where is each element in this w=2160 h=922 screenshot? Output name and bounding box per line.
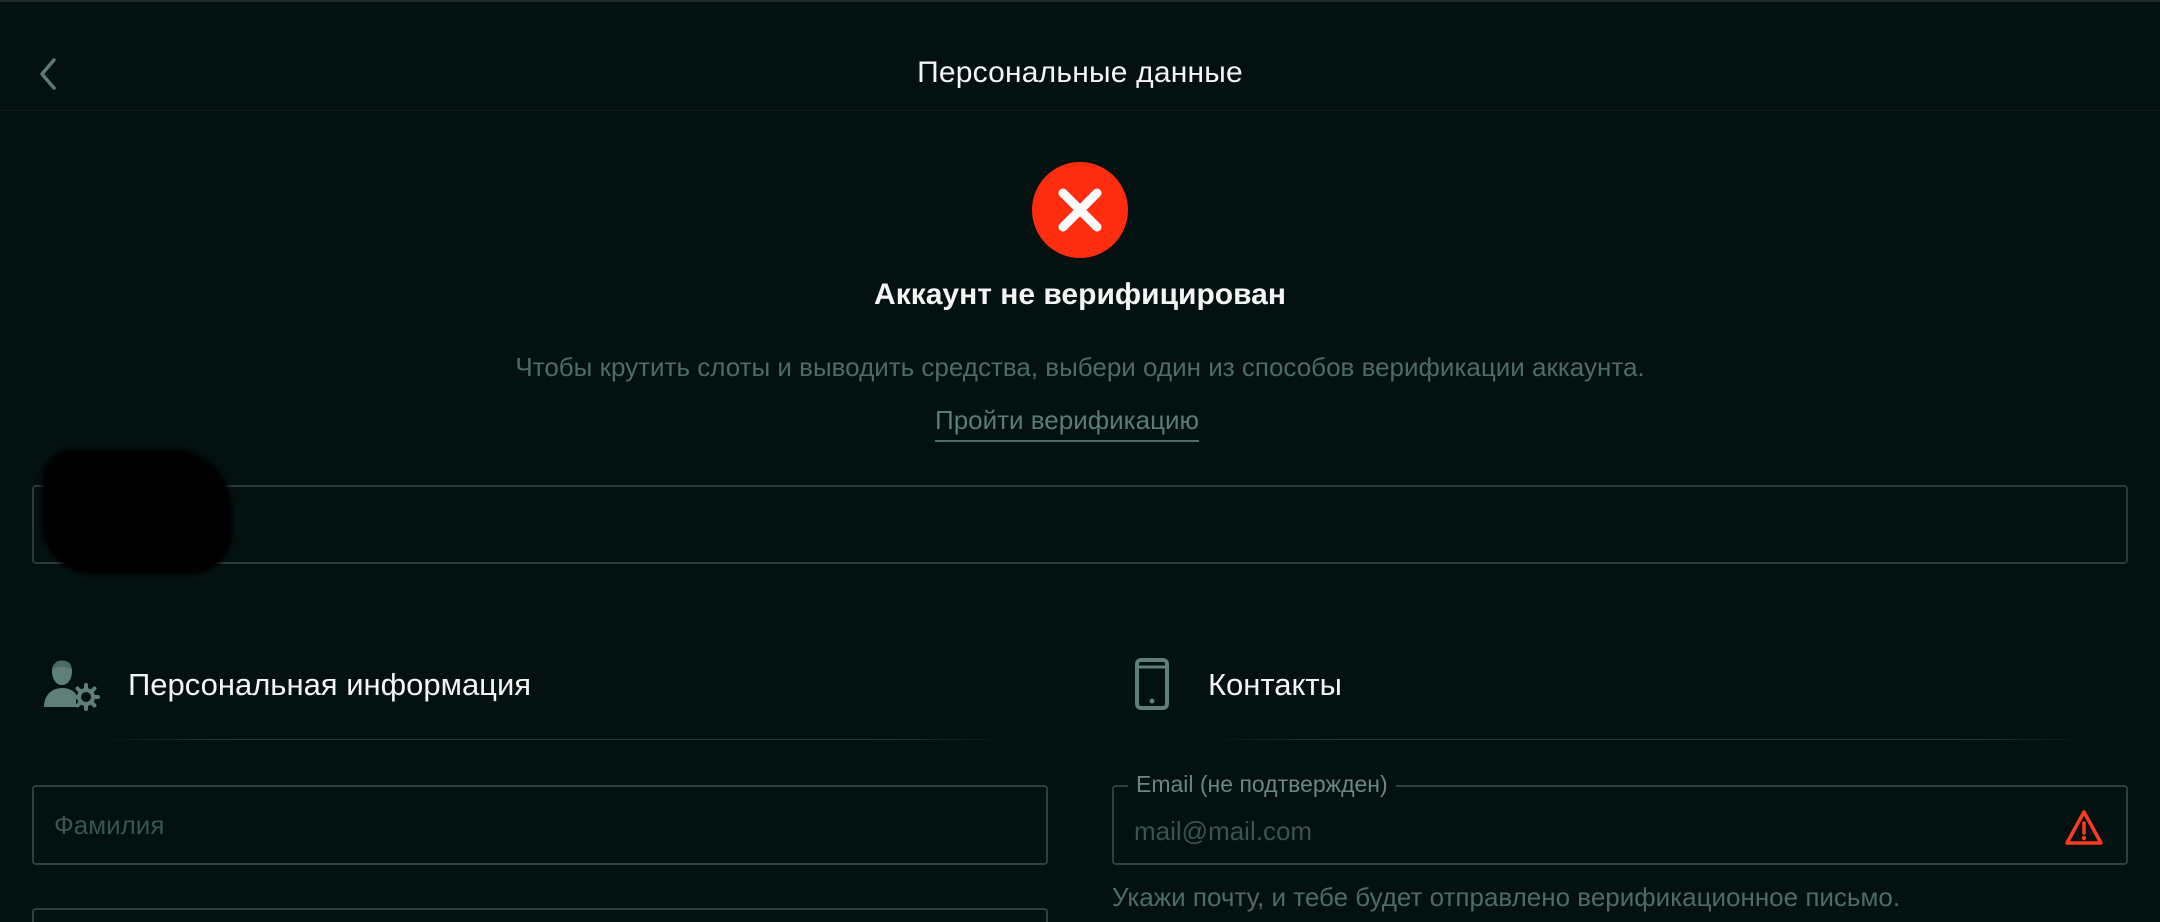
verify-account-link[interactable]: Пройти верификацию	[935, 405, 1199, 442]
contacts-title: Контакты	[1208, 667, 1342, 702]
email-hint: Укажи почту, и тебе будет отправлено вер…	[1112, 882, 1901, 912]
contacts-divider	[1208, 739, 2092, 740]
personal-info-title: Персональная информация	[128, 667, 532, 702]
error-x-icon	[1032, 162, 1128, 258]
redacted-input-field[interactable]	[32, 449, 2128, 574]
email-input[interactable]	[1134, 793, 2066, 869]
name-field[interactable]	[32, 908, 1048, 922]
email-field[interactable]: Email (не подтвержден)	[1112, 771, 2128, 869]
personal-data-page: Персональные данные Аккаунт не верифицир…	[0, 0, 2160, 922]
surname-input[interactable]	[54, 787, 986, 863]
top-bar: Персональные данные	[0, 0, 2160, 111]
verification-description: Чтобы крутить слоты и выводить средства,…	[515, 352, 1645, 382]
personal-info-divider	[96, 739, 1012, 740]
contacts-header: Контакты	[1130, 655, 2130, 715]
page-title: Персональные данные	[917, 56, 1243, 89]
personal-info-header: Персональная информация	[44, 655, 1044, 715]
warning-triangle-icon	[2065, 810, 2103, 845]
verification-status-title: Аккаунт не верифицирован	[874, 278, 1286, 311]
redaction-mark	[42, 449, 232, 574]
smartphone-icon	[1135, 658, 1169, 710]
user-settings-icon	[44, 660, 100, 711]
surname-field[interactable]	[32, 785, 1048, 865]
